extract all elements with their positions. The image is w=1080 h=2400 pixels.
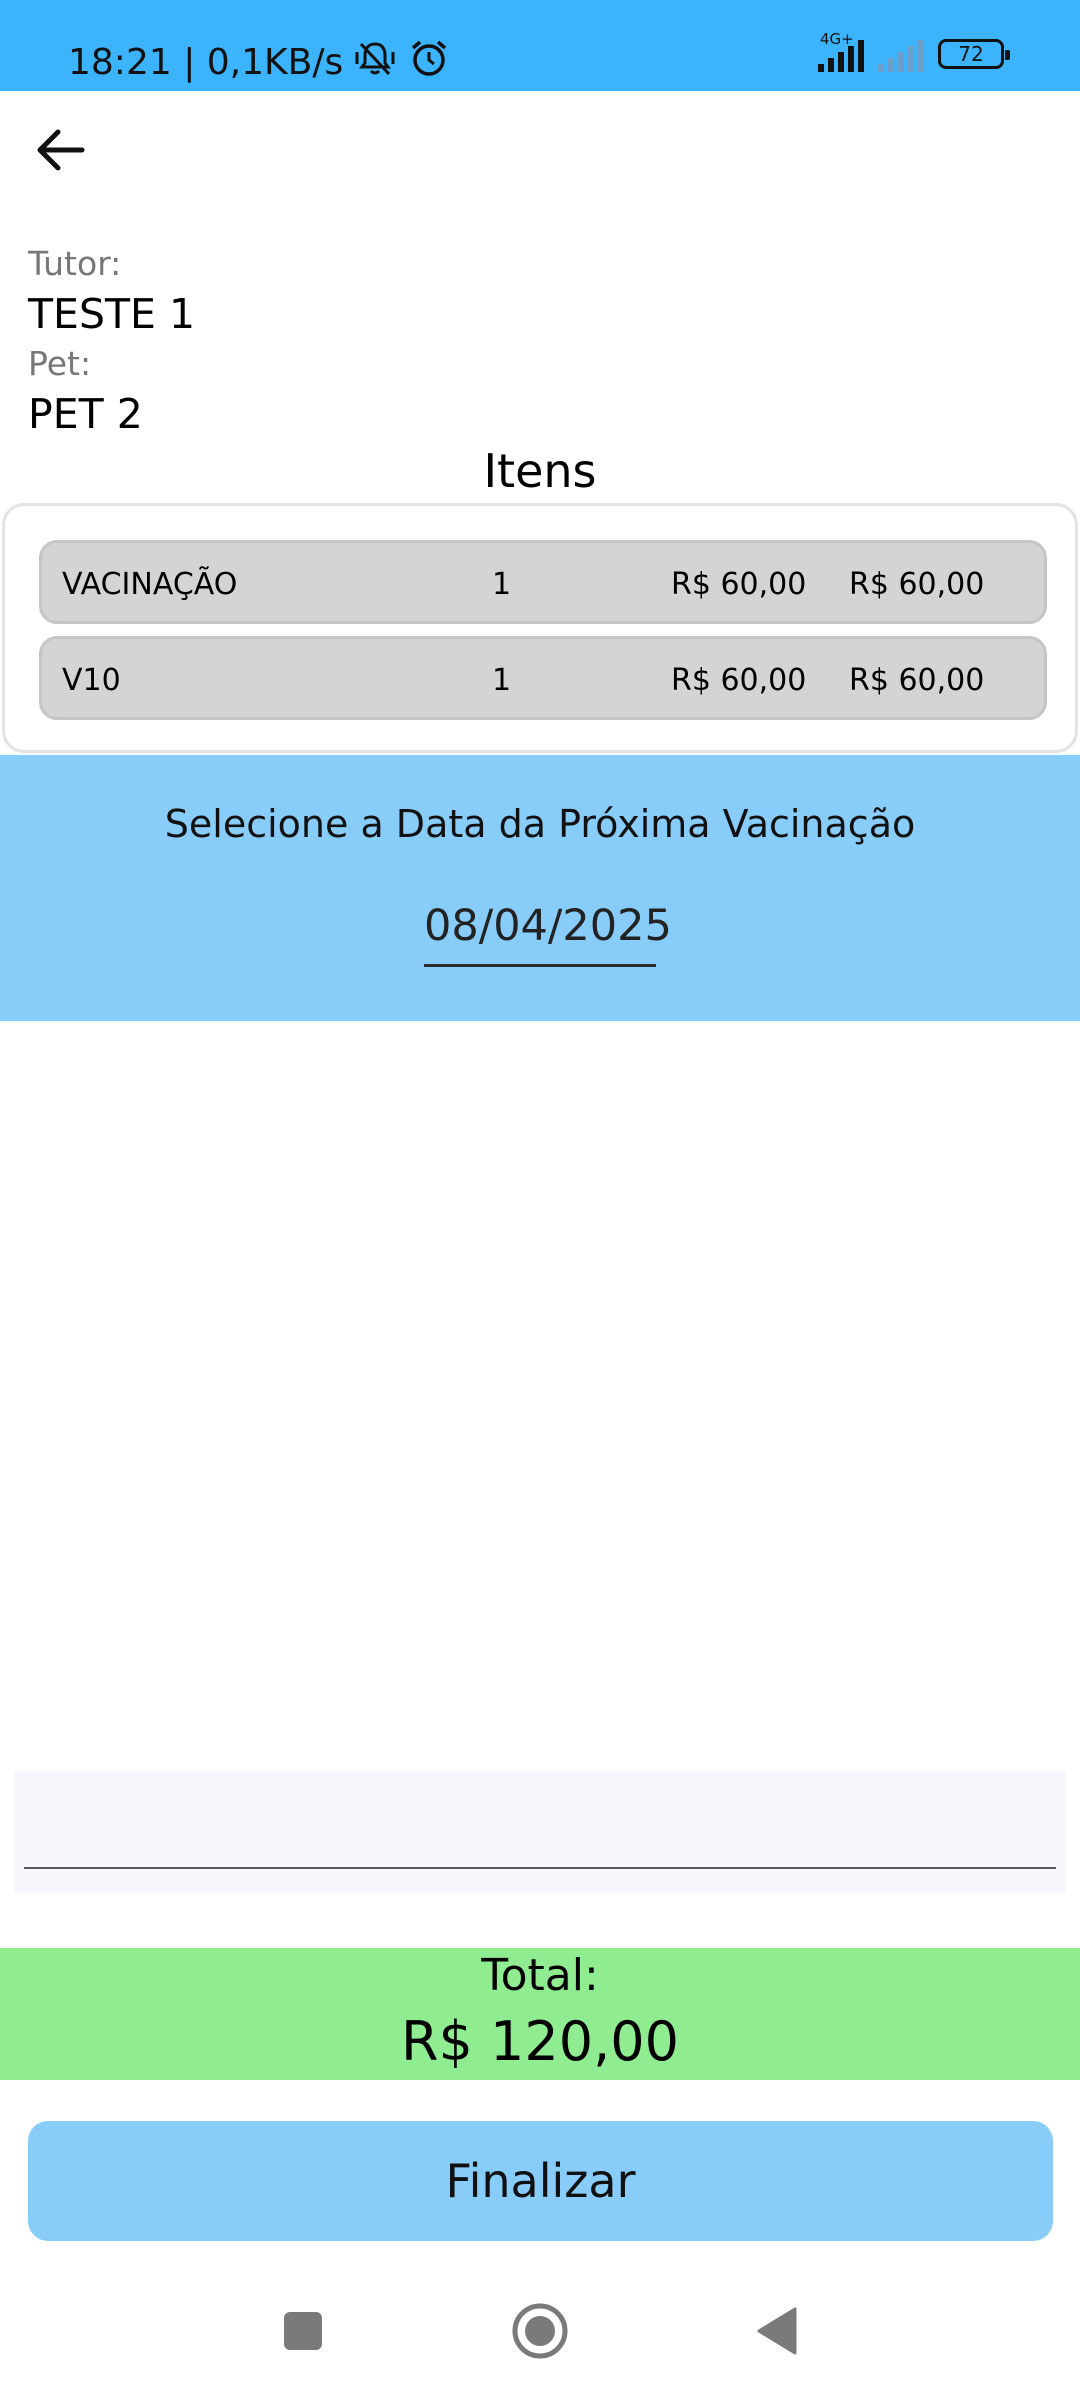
pet-value: PET 2 <box>28 390 143 438</box>
mute-vibrate-icon <box>353 36 397 89</box>
battery-icon: 72 <box>938 39 1010 69</box>
items-list: VACINAÇÃO 1 R$ 60,00 R$ 60,00 V10 1 R$ 6… <box>2 503 1078 753</box>
alarm-icon <box>407 36 451 89</box>
item-qty: 1 <box>492 663 512 698</box>
system-nav-bar <box>0 2260 1080 2400</box>
item-total: R$ 60,00 <box>849 567 985 602</box>
items-title: Itens <box>483 444 597 498</box>
status-right: 4G+ 72 <box>818 30 1010 72</box>
status-bar: 18:21 | 0,1KB/s 4G+ 72 <box>0 0 1080 91</box>
triangle-back-icon <box>757 2307 797 2355</box>
item-unit-price: R$ 60,00 <box>671 663 807 698</box>
total-value: R$ 120,00 <box>401 2010 679 2073</box>
square-icon <box>284 2312 322 2350</box>
battery-level: 72 <box>958 42 984 66</box>
total-panel: Total: R$ 120,00 <box>0 1948 1080 2080</box>
signal-dim-icon <box>878 36 924 72</box>
pet-label: Pet: <box>28 344 92 383</box>
list-item[interactable]: VACINAÇÃO 1 R$ 60,00 R$ 60,00 <box>39 540 1047 624</box>
observation-field <box>14 1772 1066 1892</box>
status-time: 18:21 | 0,1KB/s <box>68 42 344 83</box>
status-left: 18:21 | 0,1KB/s <box>68 36 451 89</box>
back-nav-button[interactable] <box>742 2296 812 2366</box>
finalize-button[interactable]: Finalizar <box>28 2121 1053 2241</box>
total-label: Total: <box>481 1950 599 2001</box>
recents-button[interactable] <box>268 2296 338 2366</box>
list-item[interactable]: V10 1 R$ 60,00 R$ 60,00 <box>39 636 1047 720</box>
network-type: 4G+ <box>820 30 854 48</box>
item-name: V10 <box>62 663 121 698</box>
vaccination-date-picker[interactable]: 08/04/2025 <box>424 901 672 967</box>
tutor-value: TESTE 1 <box>28 290 196 338</box>
item-name: VACINAÇÃO <box>62 567 238 602</box>
observation-underline <box>24 1867 1056 1869</box>
tutor-label: Tutor: <box>28 244 122 283</box>
arrow-left-icon <box>37 129 85 171</box>
signal-4g-icon: 4G+ <box>818 30 864 72</box>
home-button[interactable] <box>505 2296 575 2366</box>
vaccination-date-title: Selecione a Data da Próxima Vacinação <box>164 802 916 846</box>
back-button[interactable] <box>28 118 92 182</box>
item-unit-price: R$ 60,00 <box>671 567 807 602</box>
vaccination-date-panel: Selecione a Data da Próxima Vacinação 08… <box>0 755 1080 1021</box>
item-total: R$ 60,00 <box>849 663 985 698</box>
circle-icon <box>512 2303 568 2359</box>
observation-input[interactable] <box>24 1782 1056 1862</box>
item-qty: 1 <box>492 567 512 602</box>
